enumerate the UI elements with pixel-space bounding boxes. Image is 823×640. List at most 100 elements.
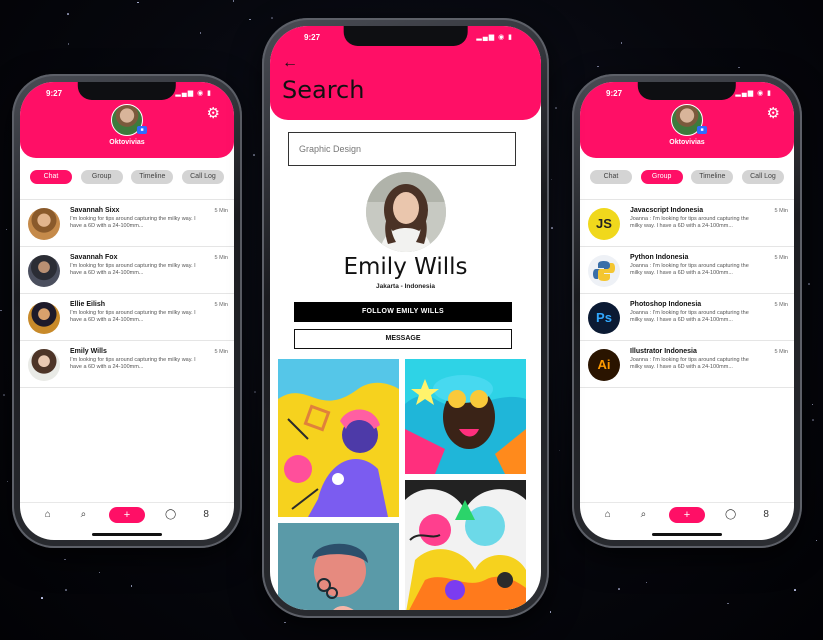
left-phone: 9:27 ▂▄▆ ◉ ▮ ■ Oktovivias ⚙ Chat Group T… [12,74,242,548]
avatar[interactable]: ■ [111,104,147,136]
list-item[interactable]: Savannah Sixx I'm looking for tips aroun… [20,200,234,247]
add-button[interactable]: + [668,506,705,523]
chat-list: Savannah Sixx I'm looking for tips aroun… [20,199,234,388]
star [254,391,256,393]
gear-icon[interactable]: ⚙ [207,104,220,122]
gallery-image[interactable] [278,359,399,517]
message-preview: Joanna : I'm looking for tips around cap… [630,216,749,229]
home-indicator [652,533,722,536]
tab-chat[interactable]: Chat [30,170,72,184]
status-time: 9:27 [304,33,321,42]
status-icons: ▂▄▆ ◉ ▮ [476,34,513,41]
star [738,66,740,69]
group-name: Photoshop Indonesia [630,301,702,308]
list-item[interactable]: Ai Illustrator Indonesia Joanna : I'm lo… [580,341,794,388]
star [5,228,8,231]
home-icon[interactable]: ⌂ [598,509,618,520]
gallery-image[interactable] [405,359,526,474]
star [41,597,43,599]
star [67,43,70,45]
contact-avatar [28,208,60,240]
group-name: Python Indonesia [630,254,689,261]
list-item[interactable]: Savannah Fox I'm looking for tips around… [20,247,234,294]
message-preview: Joanna : I'm looking for tips around cap… [630,357,749,370]
art-illustration-2 [405,359,526,474]
page-title: Search [282,76,365,104]
star [808,283,810,285]
star [3,394,5,396]
profile-icon[interactable]: 8 [756,509,776,520]
chat-bubble-icon[interactable]: ◯ [161,509,181,520]
star [727,602,729,605]
tab-timeline[interactable]: Timeline [691,170,734,184]
star [137,1,139,4]
timestamp: 5 Min [774,208,788,214]
tab-group[interactable]: Group [640,170,683,184]
contact-name: Savannah Sixx [70,207,120,214]
tab-call-log[interactable]: Call Log [181,170,224,184]
search-input[interactable] [288,132,516,166]
tab-chat[interactable]: Chat [590,170,632,184]
star [64,558,66,561]
timestamp: 5 Min [214,255,228,261]
tab-bar: Chat Group Timeline Call Log [20,170,234,184]
star [249,18,251,21]
star [555,107,557,109]
gear-icon[interactable]: ⚙ [767,104,780,122]
chat-bubble-icon[interactable]: ◯ [721,509,741,520]
star [812,419,814,421]
list-item[interactable]: Ps Photoshop Indonesia Joanna : I'm look… [580,294,794,341]
art-illustration-4 [405,480,526,610]
follow-button[interactable]: FOLLOW EMILY WILLS [294,302,512,322]
camera-icon[interactable]: ■ [697,126,707,134]
user-name: Oktovivias [109,139,145,146]
left-phone-screen: 9:27 ▂▄▆ ◉ ▮ ■ Oktovivias ⚙ Chat Group T… [20,82,234,540]
tab-call-log[interactable]: Call Log [741,170,784,184]
back-arrow-icon[interactable]: ← [282,54,298,72]
gallery [278,359,533,610]
gallery-image[interactable] [405,480,526,610]
list-item[interactable]: Python Indonesia Joanna : I'm looking fo… [580,247,794,294]
status-icons: ▂▄▆ ◉ ▮ [735,90,772,97]
timestamp: 5 Min [774,349,788,355]
art-illustration-1 [278,359,399,517]
star [232,0,235,2]
message-preview: I'm looking for tips around capturing th… [70,216,196,229]
user-name: Oktovivias [669,139,705,146]
status-bar: 9:27 ▂▄▆ ◉ ▮ [270,33,541,45]
star [558,449,561,452]
avatar[interactable]: ■ [671,104,707,136]
search-icon[interactable]: ⌕ [633,509,653,520]
list-item[interactable]: Ellie Eilish I'm looking for tips around… [20,294,234,341]
home-icon[interactable]: ⌂ [38,509,58,520]
bottom-nav: ⌂ ⌕ + ◯ 8 [580,502,794,526]
list-item[interactable]: JS Javacscript Indonesia Joanna : I'm lo… [580,200,794,247]
photoshop-logo-icon: Ps [588,302,620,334]
star [645,581,648,584]
status-bar: 9:27 ▂▄▆ ◉ ▮ [20,89,234,101]
star [815,539,818,542]
camera-icon[interactable]: ■ [137,126,147,134]
star [199,32,202,34]
star [0,309,2,312]
gallery-image[interactable] [278,523,399,610]
star [597,65,599,68]
search-icon[interactable]: ⌕ [73,509,93,520]
profile-name: Emily Wills [343,254,468,280]
javascript-logo-icon: JS [588,208,620,240]
tab-timeline[interactable]: Timeline [131,170,174,184]
star [130,585,133,587]
status-time: 9:27 [46,89,63,98]
profile-icon[interactable]: 8 [196,509,216,520]
star [284,621,286,624]
group-list: JS Javacscript Indonesia Joanna : I'm lo… [580,199,794,388]
tab-group[interactable]: Group [80,170,123,184]
message-button[interactable]: MESSAGE [294,329,512,349]
status-time: 9:27 [606,89,623,98]
add-button[interactable]: + [108,506,145,523]
profile-portrait-svg [365,172,446,252]
star [67,13,69,15]
star [811,403,814,406]
list-item[interactable]: Emily Wills I'm looking for tips around … [20,341,234,388]
status-icons: ▂▄▆ ◉ ▮ [175,90,212,97]
